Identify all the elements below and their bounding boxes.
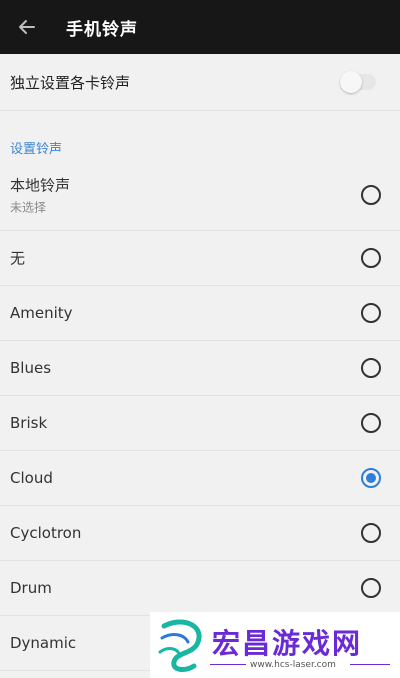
ringtone-list: 本地铃声 未选择 无 Amenity Blues Brisk Cloud Cyc… xyxy=(0,160,400,671)
independent-card-ringtone-toggle[interactable] xyxy=(340,71,376,93)
ringtone-title: Brisk xyxy=(10,414,48,432)
section-title: 设置铃声 xyxy=(10,142,63,157)
ringtone-title: Dynamic xyxy=(10,634,77,652)
ringtone-settings-screen: 手机铃声 独立设置各卡铃声 设置铃声 本地铃声 未选择 无 Amenity Bl… xyxy=(0,0,400,678)
ringtone-title: Drum xyxy=(10,579,52,597)
watermark: 宏昌游戏网 www.hcs-laser.com xyxy=(150,612,400,678)
radio-button-selected[interactable] xyxy=(361,468,381,488)
ringtone-item-blues[interactable]: Blues xyxy=(0,341,400,396)
watermark-rule-right xyxy=(350,664,390,665)
ringtone-item-amenity[interactable]: Amenity xyxy=(0,286,400,341)
ringtone-item-drum[interactable]: Drum xyxy=(0,561,400,616)
toggle-knob xyxy=(340,71,362,93)
independent-card-ringtone-row[interactable]: 独立设置各卡铃声 xyxy=(0,54,400,111)
radio-button[interactable] xyxy=(361,578,381,598)
app-bar: 手机铃声 xyxy=(0,0,400,54)
ringtone-title: Amenity xyxy=(10,304,73,322)
arrow-left-icon xyxy=(19,20,35,34)
radio-button[interactable] xyxy=(361,523,381,543)
radio-button[interactable] xyxy=(361,303,381,323)
ringtone-item-cloud[interactable]: Cloud xyxy=(0,451,400,506)
radio-button[interactable] xyxy=(361,358,381,378)
ringtone-item-none[interactable]: 无 xyxy=(0,231,400,286)
ringtone-subtitle: 未选择 xyxy=(10,200,47,215)
ringtone-title: Cloud xyxy=(10,469,53,487)
ringtone-title: 无 xyxy=(10,249,26,268)
back-button[interactable] xyxy=(0,0,54,54)
ringtone-title: Blues xyxy=(10,359,52,377)
radio-button[interactable] xyxy=(361,185,381,205)
watermark-url: www.hcs-laser.com xyxy=(250,660,336,670)
independent-card-ringtone-label: 独立设置各卡铃声 xyxy=(10,73,131,92)
radio-button[interactable] xyxy=(361,413,381,433)
radio-button[interactable] xyxy=(361,248,381,268)
page-title: 手机铃声 xyxy=(66,19,138,40)
ringtone-item-cyclotron[interactable]: Cyclotron xyxy=(0,506,400,561)
watermark-text: 宏昌游戏网 xyxy=(212,627,363,660)
ringtone-title: Cyclotron xyxy=(10,524,82,542)
dragon-logo-icon xyxy=(158,619,202,672)
watermark-rule-left xyxy=(210,664,246,665)
ringtone-item-local[interactable]: 本地铃声 未选择 xyxy=(0,160,400,231)
ringtone-item-brisk[interactable]: Brisk xyxy=(0,396,400,451)
ringtone-title: 本地铃声 xyxy=(10,176,71,195)
